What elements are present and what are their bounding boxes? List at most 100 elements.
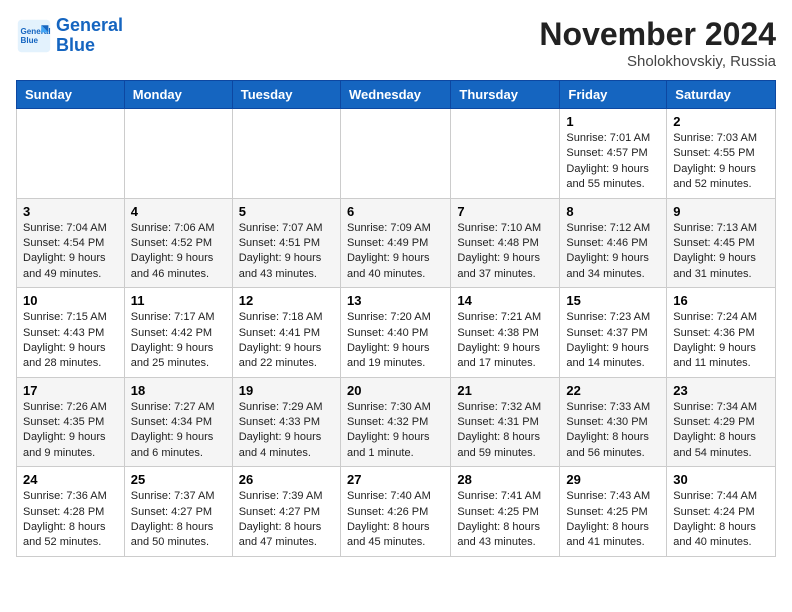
day-detail: Sunrise: 7:09 AM Sunset: 4:49 PM Dayligh…: [347, 221, 444, 283]
day-detail: Sunrise: 7:29 AM Sunset: 4:33 PM Dayligh…: [239, 400, 334, 462]
calendar-cell: 5 Sunrise: 7:07 AM Sunset: 4:51 PM Daylig…: [232, 198, 340, 288]
calendar-cell: [124, 109, 232, 199]
month-title: November 2024: [539, 16, 776, 53]
day-number: 21: [457, 383, 553, 398]
day-number: 24: [23, 472, 118, 487]
calendar-cell: 30 Sunrise: 7:44 AM Sunset: 4:24 PM Dayli…: [667, 467, 776, 557]
day-detail: Sunrise: 7:36 AM Sunset: 4:28 PM Dayligh…: [23, 489, 118, 551]
logo: General Blue GeneralBlue: [16, 16, 123, 56]
day-detail: Sunrise: 7:33 AM Sunset: 4:30 PM Dayligh…: [566, 400, 660, 462]
day-number: 26: [239, 472, 334, 487]
day-number: 25: [131, 472, 226, 487]
weekday-header: Wednesday: [340, 81, 450, 109]
day-number: 27: [347, 472, 444, 487]
calendar-cell: [232, 109, 340, 199]
calendar-cell: 12 Sunrise: 7:18 AM Sunset: 4:41 PM Dayli…: [232, 288, 340, 378]
calendar-cell: 27 Sunrise: 7:40 AM Sunset: 4:26 PM Dayli…: [340, 467, 450, 557]
calendar-week-row: 24 Sunrise: 7:36 AM Sunset: 4:28 PM Dayli…: [17, 467, 776, 557]
svg-text:Blue: Blue: [21, 36, 39, 45]
day-detail: Sunrise: 7:24 AM Sunset: 4:36 PM Dayligh…: [673, 310, 769, 372]
day-number: 13: [347, 293, 444, 308]
day-detail: Sunrise: 7:37 AM Sunset: 4:27 PM Dayligh…: [131, 489, 226, 551]
title-block: November 2024 Sholokhovskiy, Russia: [539, 16, 776, 70]
calendar-cell: 17 Sunrise: 7:26 AM Sunset: 4:35 PM Dayli…: [17, 377, 125, 467]
day-detail: Sunrise: 7:17 AM Sunset: 4:42 PM Dayligh…: [131, 310, 226, 372]
calendar-cell: 19 Sunrise: 7:29 AM Sunset: 4:33 PM Dayli…: [232, 377, 340, 467]
day-number: 2: [673, 114, 769, 129]
location: Sholokhovskiy, Russia: [539, 53, 776, 70]
day-number: 20: [347, 383, 444, 398]
day-number: 6: [347, 204, 444, 219]
day-number: 10: [23, 293, 118, 308]
day-detail: Sunrise: 7:18 AM Sunset: 4:41 PM Dayligh…: [239, 310, 334, 372]
calendar-week-row: 10 Sunrise: 7:15 AM Sunset: 4:43 PM Dayli…: [17, 288, 776, 378]
day-detail: Sunrise: 7:26 AM Sunset: 4:35 PM Dayligh…: [23, 400, 118, 462]
day-number: 17: [23, 383, 118, 398]
day-detail: Sunrise: 7:13 AM Sunset: 4:45 PM Dayligh…: [673, 221, 769, 283]
calendar-cell: 21 Sunrise: 7:32 AM Sunset: 4:31 PM Dayli…: [451, 377, 560, 467]
day-detail: Sunrise: 7:23 AM Sunset: 4:37 PM Dayligh…: [566, 310, 660, 372]
day-detail: Sunrise: 7:43 AM Sunset: 4:25 PM Dayligh…: [566, 489, 660, 551]
day-number: 12: [239, 293, 334, 308]
calendar-cell: 29 Sunrise: 7:43 AM Sunset: 4:25 PM Dayli…: [560, 467, 667, 557]
day-number: 5: [239, 204, 334, 219]
logo-name: GeneralBlue: [56, 16, 123, 56]
calendar-cell: 25 Sunrise: 7:37 AM Sunset: 4:27 PM Dayli…: [124, 467, 232, 557]
calendar-cell: 16 Sunrise: 7:24 AM Sunset: 4:36 PM Dayli…: [667, 288, 776, 378]
calendar-cell: 1 Sunrise: 7:01 AM Sunset: 4:57 PM Daylig…: [560, 109, 667, 199]
weekday-header: Thursday: [451, 81, 560, 109]
day-detail: Sunrise: 7:32 AM Sunset: 4:31 PM Dayligh…: [457, 400, 553, 462]
calendar-cell: 14Sunrise: 7:21 AM Sunset: 4:38 PM Dayli…: [451, 288, 560, 378]
calendar-cell: 8 Sunrise: 7:12 AM Sunset: 4:46 PM Daylig…: [560, 198, 667, 288]
day-detail: Sunrise: 7:04 AM Sunset: 4:54 PM Dayligh…: [23, 221, 118, 283]
weekday-header: Friday: [560, 81, 667, 109]
calendar-week-row: 1 Sunrise: 7:01 AM Sunset: 4:57 PM Daylig…: [17, 109, 776, 199]
day-detail: Sunrise: 7:10 AM Sunset: 4:48 PM Dayligh…: [457, 221, 553, 283]
day-number: 3: [23, 204, 118, 219]
day-number: 7: [457, 204, 553, 219]
calendar-cell: 11Sunrise: 7:17 AM Sunset: 4:42 PM Dayli…: [124, 288, 232, 378]
day-detail: Sunrise: 7:34 AM Sunset: 4:29 PM Dayligh…: [673, 400, 769, 462]
calendar-cell: 6 Sunrise: 7:09 AM Sunset: 4:49 PM Daylig…: [340, 198, 450, 288]
calendar-cell: 15 Sunrise: 7:23 AM Sunset: 4:37 PM Dayli…: [560, 288, 667, 378]
day-detail: Sunrise: 7:15 AM Sunset: 4:43 PM Dayligh…: [23, 310, 118, 372]
day-number: 8: [566, 204, 660, 219]
weekday-header: Tuesday: [232, 81, 340, 109]
weekday-header: Sunday: [17, 81, 125, 109]
calendar-cell: [451, 109, 560, 199]
calendar-table: SundayMondayTuesdayWednesdayThursdayFrid…: [16, 80, 776, 557]
day-number: 19: [239, 383, 334, 398]
day-number: 15: [566, 293, 660, 308]
calendar-cell: 9Sunrise: 7:13 AM Sunset: 4:45 PM Daylig…: [667, 198, 776, 288]
logo-icon: General Blue: [16, 18, 52, 54]
calendar-cell: 7 Sunrise: 7:10 AM Sunset: 4:48 PM Daylig…: [451, 198, 560, 288]
calendar-cell: 18Sunrise: 7:27 AM Sunset: 4:34 PM Dayli…: [124, 377, 232, 467]
day-number: 22: [566, 383, 660, 398]
weekday-header: Saturday: [667, 81, 776, 109]
calendar-cell: 2 Sunrise: 7:03 AM Sunset: 4:55 PM Daylig…: [667, 109, 776, 199]
day-detail: Sunrise: 7:03 AM Sunset: 4:55 PM Dayligh…: [673, 131, 769, 193]
calendar-cell: 3 Sunrise: 7:04 AM Sunset: 4:54 PM Daylig…: [17, 198, 125, 288]
day-detail: Sunrise: 7:21 AM Sunset: 4:38 PM Dayligh…: [457, 310, 553, 372]
day-detail: Sunrise: 7:07 AM Sunset: 4:51 PM Dayligh…: [239, 221, 334, 283]
day-number: 30: [673, 472, 769, 487]
day-number: 28: [457, 472, 553, 487]
day-detail: Sunrise: 7:01 AM Sunset: 4:57 PM Dayligh…: [566, 131, 660, 193]
calendar-week-row: 17 Sunrise: 7:26 AM Sunset: 4:35 PM Dayli…: [17, 377, 776, 467]
day-number: 16: [673, 293, 769, 308]
day-number: 1: [566, 114, 660, 129]
day-detail: Sunrise: 7:06 AM Sunset: 4:52 PM Dayligh…: [131, 221, 226, 283]
day-detail: Sunrise: 7:44 AM Sunset: 4:24 PM Dayligh…: [673, 489, 769, 551]
calendar-cell: 28 Sunrise: 7:41 AM Sunset: 4:25 PM Dayli…: [451, 467, 560, 557]
day-number: 29: [566, 472, 660, 487]
day-number: 4: [131, 204, 226, 219]
weekday-header: Monday: [124, 81, 232, 109]
day-detail: Sunrise: 7:12 AM Sunset: 4:46 PM Dayligh…: [566, 221, 660, 283]
calendar-week-row: 3 Sunrise: 7:04 AM Sunset: 4:54 PM Daylig…: [17, 198, 776, 288]
calendar-cell: 22 Sunrise: 7:33 AM Sunset: 4:30 PM Dayli…: [560, 377, 667, 467]
day-detail: Sunrise: 7:40 AM Sunset: 4:26 PM Dayligh…: [347, 489, 444, 551]
day-detail: Sunrise: 7:41 AM Sunset: 4:25 PM Dayligh…: [457, 489, 553, 551]
calendar-header-row: SundayMondayTuesdayWednesdayThursdayFrid…: [17, 81, 776, 109]
day-detail: Sunrise: 7:30 AM Sunset: 4:32 PM Dayligh…: [347, 400, 444, 462]
day-number: 23: [673, 383, 769, 398]
